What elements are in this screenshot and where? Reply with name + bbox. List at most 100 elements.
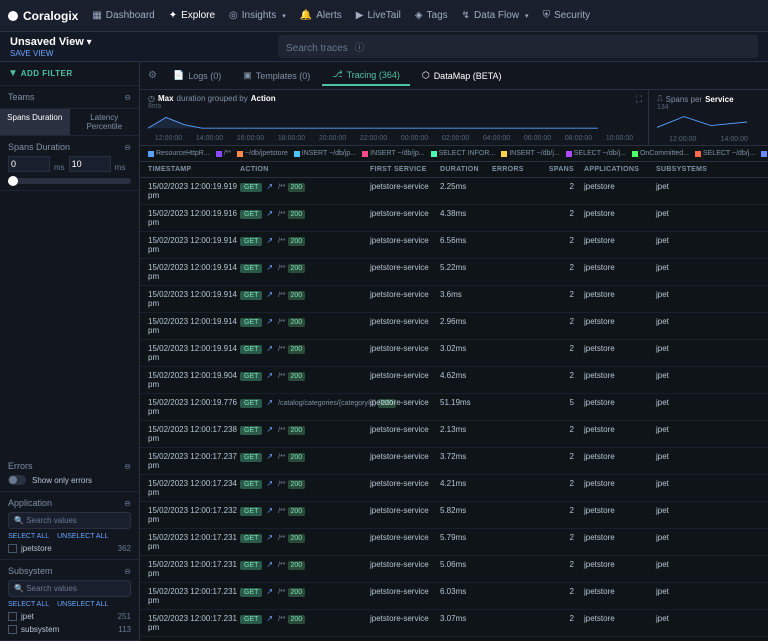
tab-latency-percentile[interactable]: Latency Percentile bbox=[70, 109, 140, 135]
legend-item[interactable]: SELECT INFOR... bbox=[431, 150, 496, 157]
app-jpetstore-row[interactable]: jpetstore 362 bbox=[8, 544, 131, 553]
table-row[interactable]: 15/02/2023 12:00:19.919 pmGET↗/**200jpet… bbox=[140, 178, 768, 205]
table-row[interactable]: 15/02/2023 12:00:17.238 pmGET↗/**200jpet… bbox=[140, 421, 768, 448]
help-icon: ⓘ bbox=[354, 43, 364, 54]
table-row[interactable]: 15/02/2023 12:00:17.232 pmGET↗/**200jpet… bbox=[140, 502, 768, 529]
tab-logs[interactable]: 📄Logs (0) bbox=[163, 66, 231, 85]
collapse-icon[interactable]: ⊖ bbox=[124, 499, 131, 508]
table-row[interactable]: 15/02/2023 12:00:19.914 pmGET↗/**200jpet… bbox=[140, 259, 768, 286]
tab-spans-duration[interactable]: Spans Duration bbox=[0, 109, 70, 135]
max-duration-chart[interactable]: ◷ Max duration grouped by Action ⛶ 8ms 1… bbox=[140, 90, 648, 145]
application-search[interactable]: 🔍 Search values bbox=[8, 512, 131, 529]
legend-item[interactable]: jpetstore-servi... bbox=[761, 150, 768, 157]
nav-dashboard[interactable]: ▦Dashboard bbox=[92, 10, 154, 21]
table-row[interactable]: 15/02/2023 12:00:19.904 pmGET↗/**200jpet… bbox=[140, 367, 768, 394]
subsystem-subsystem-row[interactable]: subsystem 113 bbox=[8, 625, 131, 634]
nav-security[interactable]: ⛨Security bbox=[543, 10, 591, 21]
legend-item[interactable]: SELECT ~/db/j... bbox=[695, 150, 755, 157]
col-timestamp[interactable]: TIMESTAMP bbox=[140, 166, 240, 173]
tab-templates[interactable]: ▣Templates (0) bbox=[233, 66, 320, 85]
col-spans[interactable]: SPANS bbox=[544, 166, 584, 173]
nav-livetail[interactable]: ▶LiveTail bbox=[356, 10, 401, 21]
table-row[interactable]: 15/02/2023 12:00:19.776 pmGET↗/catalog/c… bbox=[140, 394, 768, 421]
cell-action: GET↗/**200 bbox=[240, 614, 370, 632]
method-badge: GET bbox=[240, 237, 262, 246]
table-row[interactable]: 15/02/2023 12:00:19.914 pmGET↗/**200jpet… bbox=[140, 286, 768, 313]
col-action[interactable]: ACTION bbox=[240, 166, 370, 173]
nav-insights[interactable]: ◎Insights▾ bbox=[229, 10, 286, 21]
show-only-errors-toggle[interactable] bbox=[8, 475, 26, 485]
legend-item[interactable]: ResourceHttpR... bbox=[148, 150, 210, 157]
table-row[interactable]: 15/02/2023 12:00:17.231 pmGET↗/**200jpet… bbox=[140, 610, 768, 637]
duration-slider[interactable] bbox=[8, 178, 131, 184]
tab-datamap[interactable]: ⬡DataMap (BETA) bbox=[412, 66, 512, 85]
legend-item[interactable]: ~/db/jpetstore bbox=[237, 150, 288, 157]
slider-handle[interactable] bbox=[8, 176, 18, 186]
save-view-link[interactable]: SAVE VIEW bbox=[10, 49, 92, 58]
table-row[interactable]: 15/02/2023 12:00:19.916 pmGET↗/**200jpet… bbox=[140, 205, 768, 232]
table-row[interactable]: 15/02/2023 12:00:17.237 pmGET↗/**200jpet… bbox=[140, 448, 768, 475]
checkbox-icon[interactable] bbox=[8, 544, 17, 553]
cell-sub: jpet bbox=[656, 290, 706, 308]
cell-duration: 2.96ms bbox=[440, 317, 492, 335]
spans-per-service-chart[interactable]: ⎍ Spans per Service 134 12:00:0014:00:00 bbox=[648, 90, 768, 145]
legend-item[interactable]: OnCommitted... bbox=[632, 150, 689, 157]
legend-item[interactable]: INSERT ~/db/jp... bbox=[362, 150, 424, 157]
checkbox-icon[interactable] bbox=[8, 612, 17, 621]
unselect-all-link[interactable]: UNSELECT ALL bbox=[57, 533, 108, 540]
col-errors[interactable]: ERRORS bbox=[492, 166, 544, 173]
cell-duration: 4.21ms bbox=[440, 479, 492, 497]
legend-item[interactable]: SELECT ~/db/j... bbox=[566, 150, 626, 157]
unsaved-view[interactable]: Unsaved View ▾ bbox=[10, 36, 92, 48]
settings-icon[interactable]: ⚙ bbox=[148, 70, 157, 81]
tab-tracing[interactable]: ⎇Tracing (364) bbox=[322, 65, 410, 86]
cell-duration: 3.02ms bbox=[440, 344, 492, 362]
legend-item[interactable]: INSERT ~/db/j... bbox=[501, 150, 560, 157]
table-row[interactable]: 15/02/2023 12:00:19.914 pmGET↗/**200jpet… bbox=[140, 313, 768, 340]
col-subsystems[interactable]: SUBSYSTEMS bbox=[656, 166, 706, 173]
col-applications[interactable]: APPLICATIONS bbox=[584, 166, 656, 173]
search-traces-input[interactable]: Search traces ⓘ bbox=[278, 35, 758, 58]
checkbox-icon[interactable] bbox=[8, 625, 17, 634]
table-row[interactable]: 15/02/2023 12:00:17.231 pmGET↗/**200jpet… bbox=[140, 529, 768, 556]
subsystem-search[interactable]: 🔍 Search values bbox=[8, 580, 131, 597]
cell-app: jpetstore bbox=[584, 452, 656, 470]
table-row[interactable]: 15/02/2023 12:00:17.234 pmGET↗/**200jpet… bbox=[140, 475, 768, 502]
sparkline-icon bbox=[657, 113, 747, 131]
teams-section[interactable]: Teams ⊖ bbox=[8, 92, 131, 102]
collapse-icon[interactable]: ⊖ bbox=[124, 567, 131, 576]
add-filter-button[interactable]: ▼ ADD FILTER bbox=[0, 62, 139, 86]
col-duration[interactable]: DURATION bbox=[440, 166, 492, 173]
cell-sub: jpet bbox=[656, 236, 706, 254]
cell-errors bbox=[492, 506, 544, 524]
time-axis-right: 12:00:0014:00:00 bbox=[657, 136, 760, 143]
expand-icon[interactable]: ⛶ bbox=[636, 94, 642, 105]
cell-timestamp: 15/02/2023 12:00:17.238 pm bbox=[140, 425, 240, 443]
select-all-link[interactable]: SELECT ALL bbox=[8, 601, 49, 608]
cell-timestamp: 15/02/2023 12:00:17.234 pm bbox=[140, 479, 240, 497]
table-row[interactable]: 15/02/2023 12:00:17.231 pmGET↗/**200jpet… bbox=[140, 556, 768, 583]
table-row[interactable]: 15/02/2023 12:00:17.231 pmGET↗/**200jpet… bbox=[140, 583, 768, 610]
range-max-input[interactable] bbox=[69, 156, 111, 172]
link-icon: ↗ bbox=[266, 398, 273, 407]
col-first-service[interactable]: FIRST SERVICE bbox=[370, 166, 440, 173]
collapse-icon[interactable]: ⊖ bbox=[124, 462, 131, 471]
subsystem-jpet-row[interactable]: jpet 251 bbox=[8, 612, 131, 621]
cell-action: GET↗/**200 bbox=[240, 587, 370, 605]
collapse-icon[interactable]: ⊖ bbox=[124, 143, 131, 152]
range-min-input[interactable] bbox=[8, 156, 50, 172]
legend-item[interactable]: /** bbox=[216, 150, 231, 157]
brand[interactable]: Coralogix bbox=[8, 9, 78, 23]
table-row[interactable]: 15/02/2023 12:00:19.914 pmGET↗/**200jpet… bbox=[140, 340, 768, 367]
table-row[interactable]: 15/02/2023 12:00:17.218 pmGET↗/**200jpet… bbox=[140, 637, 768, 641]
select-all-link[interactable]: SELECT ALL bbox=[8, 533, 49, 540]
legend-item[interactable]: INSERT ~/db/jp... bbox=[294, 150, 356, 157]
method-badge: GET bbox=[240, 426, 262, 435]
nav-tags[interactable]: ◈Tags bbox=[415, 10, 448, 21]
cell-errors bbox=[492, 533, 544, 551]
nav-explore[interactable]: ✦Explore bbox=[169, 10, 215, 21]
nav-alerts[interactable]: 🔔Alerts bbox=[300, 10, 342, 21]
table-row[interactable]: 15/02/2023 12:00:19.914 pmGET↗/**200jpet… bbox=[140, 232, 768, 259]
nav-dataflow[interactable]: ↯Data Flow▾ bbox=[462, 10, 529, 21]
unselect-all-link[interactable]: UNSELECT ALL bbox=[57, 601, 108, 608]
